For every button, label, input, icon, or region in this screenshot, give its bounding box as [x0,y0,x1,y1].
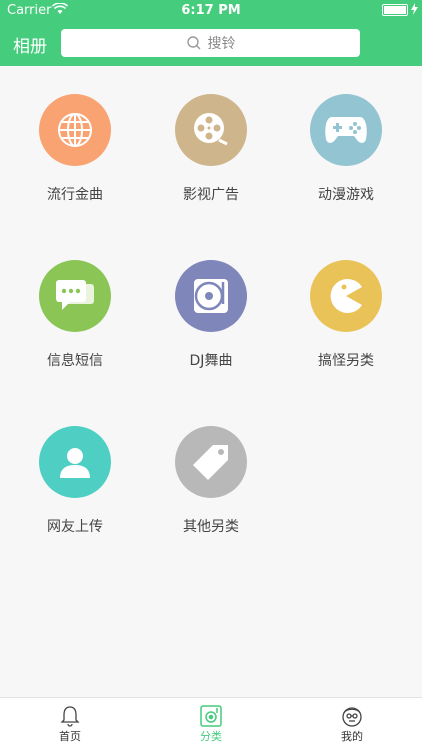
category-label: 影视广告 [183,187,239,203]
status-bar: Carrier 6:17 PM [0,0,422,22]
tab-home[interactable]: 首页 [0,698,140,750]
tab-mine-label: 我的 [341,730,363,743]
category-label: 其他另类 [183,519,239,535]
charging-icon [411,3,418,19]
category-popular-songs[interactable]: 流行金曲 [5,66,145,216]
category-label: 信息短信 [47,353,103,369]
category-user-upload[interactable]: 网友上传 [5,398,145,548]
category-film-ads[interactable]: 影视广告 [141,66,281,216]
category-label: 网友上传 [47,519,103,535]
gamepad-icon [310,94,382,166]
tab-mine[interactable]: 我的 [282,698,422,750]
film-reel-icon [175,94,247,166]
album-button[interactable]: 相册 [13,32,47,57]
category-other[interactable]: 其他另类 [141,398,281,548]
status-time: 6:17 PM [181,3,241,18]
category-anime-games[interactable]: 动漫游戏 [276,66,416,216]
category-label: 动漫游戏 [318,187,374,203]
chat-bubbles-icon [39,260,111,332]
category-label: 搞怪另类 [318,353,374,369]
pacman-icon [310,260,382,332]
bell-icon [60,706,80,727]
vinyl-disc-icon [175,260,247,332]
battery-icon [382,4,408,16]
category-label: DJ舞曲 [189,353,233,369]
tag-icon [175,426,247,498]
tab-bar: 首页 分类 我的 [0,697,422,750]
category-sms[interactable]: 信息短信 [5,232,145,382]
music-box-icon [200,705,222,727]
category-label: 流行金曲 [47,187,103,203]
tab-home-label: 首页 [59,730,81,743]
search-icon [186,36,200,50]
face-icon [342,707,362,727]
search-input[interactable]: 搜铃 [61,29,360,57]
globe-icon [39,94,111,166]
nav-bar: 相册 搜铃 [0,22,422,66]
user-icon [39,426,111,498]
tab-category[interactable]: 分类 [141,698,281,750]
category-funny[interactable]: 搞怪另类 [276,232,416,382]
tab-category-label: 分类 [200,730,222,743]
category-dj-dance[interactable]: DJ舞曲 [141,232,281,382]
search-placeholder: 搜铃 [207,36,236,52]
